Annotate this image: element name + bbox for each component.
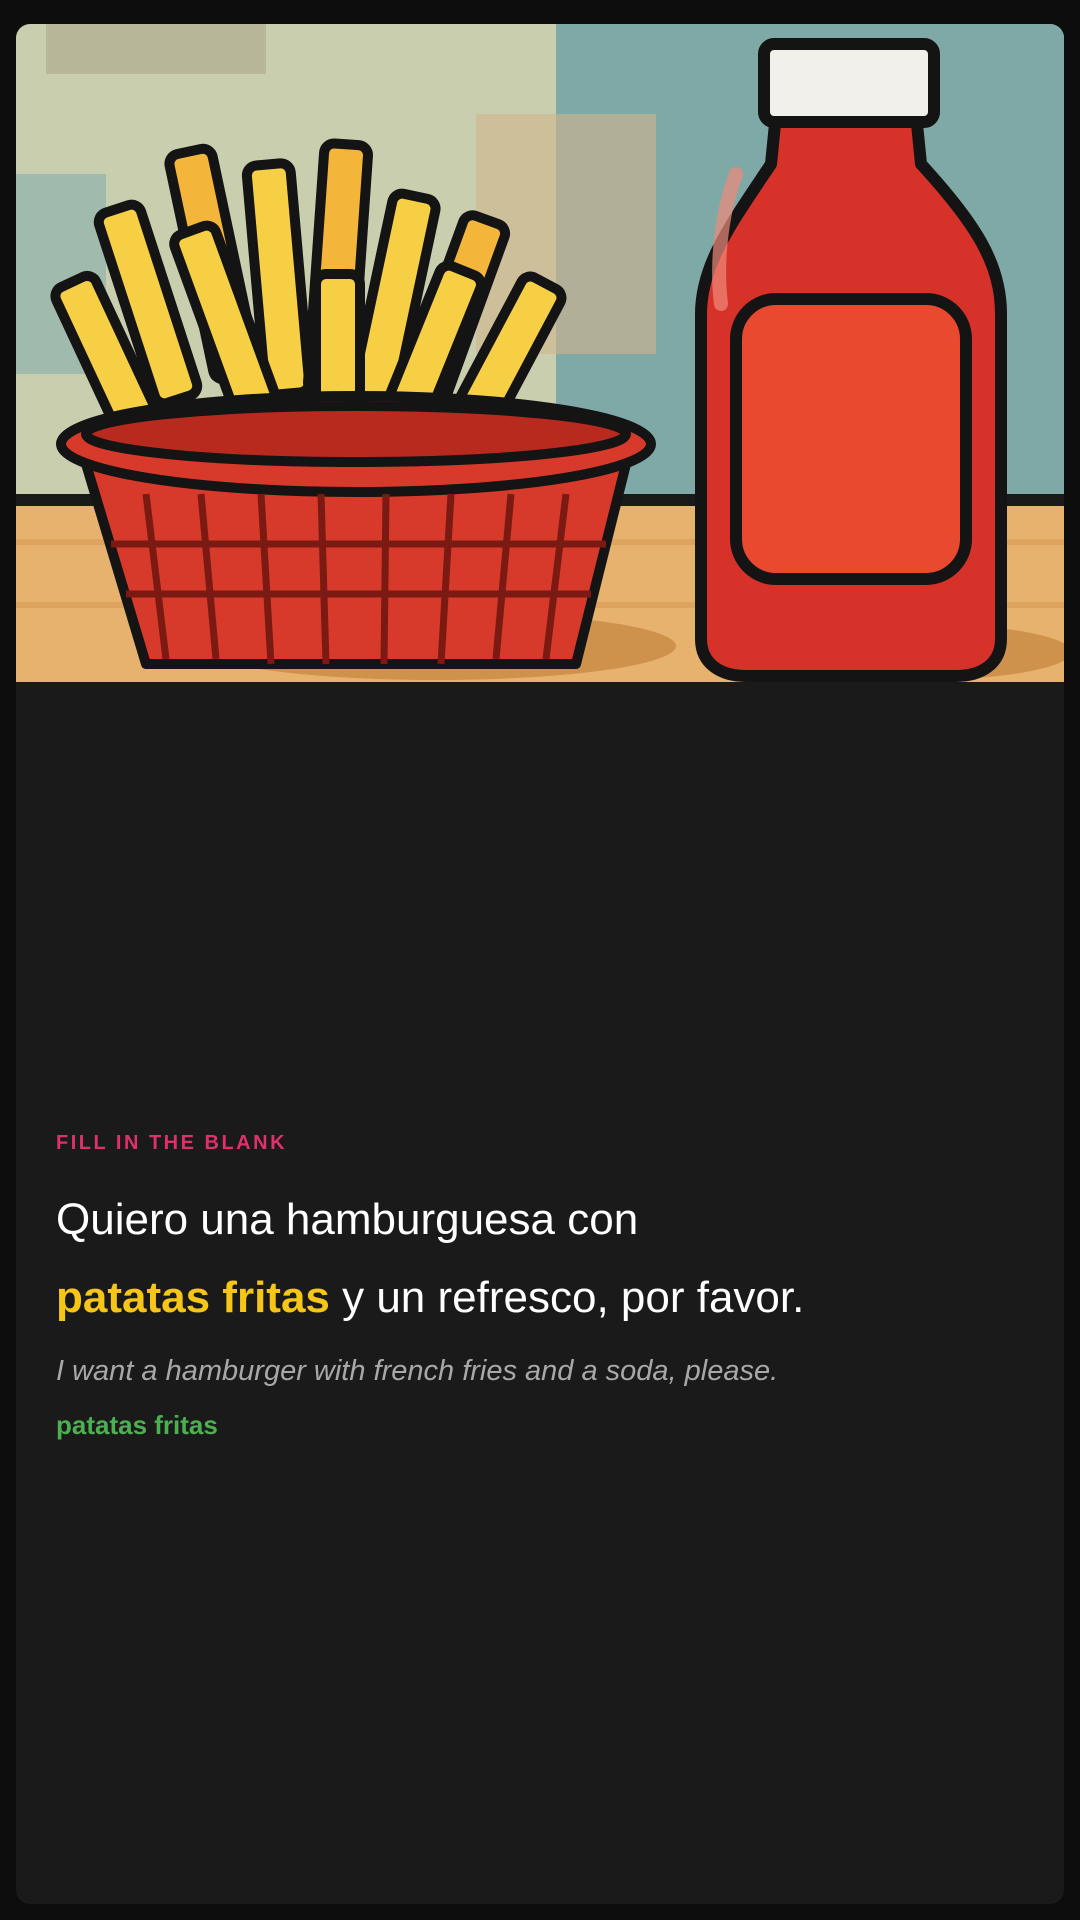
sentence-before: Quiero una hamburguesa con [56, 1195, 639, 1244]
exercise-card: FILL IN THE BLANK Quiero una hamburguesa… [16, 24, 1064, 1904]
answer-highlight: patatas fritas [56, 1273, 330, 1322]
sentence-after: y un refresco, por favor. [329, 1273, 805, 1322]
translation-text: I want a hamburger with french fries and… [56, 1355, 779, 1387]
answer-key: patatas fritas [56, 1410, 218, 1440]
exercise-type-label: FILL IN THE BLANK [56, 1132, 288, 1154]
question-section: FILL IN THE BLANK Quiero una hamburguesa… [56, 1132, 1024, 1441]
question-sentence: Quiero una hamburguesa con patatas fritas… [56, 1181, 1024, 1337]
illustration [16, 24, 1064, 682]
